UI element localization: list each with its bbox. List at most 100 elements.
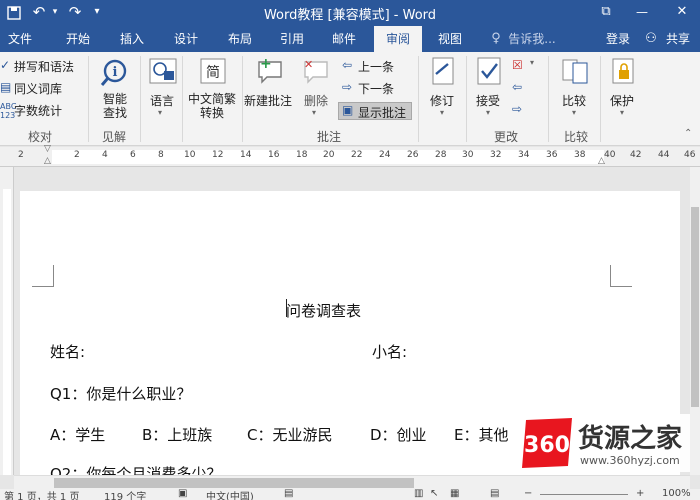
vertical-scroll-thumb[interactable] — [691, 207, 699, 407]
proofing-status-icon[interactable]: ▣ — [178, 488, 187, 499]
thesaurus-button[interactable]: 同义词库 — [14, 80, 62, 97]
word-count[interactable]: 119 个字 — [104, 488, 146, 500]
tab-review[interactable]: 审阅 — [374, 26, 422, 52]
ruler-tick: 2 — [74, 150, 80, 160]
sign-in-link[interactable]: 登录 — [600, 26, 636, 52]
read-mode-icon[interactable]: ▥ — [414, 488, 423, 499]
share-button[interactable]: 共享 — [660, 26, 696, 52]
ruler-tick: 4 — [102, 150, 108, 160]
redo-icon[interactable]: ↷ — [64, 0, 86, 26]
tab-insert[interactable]: 插入 — [110, 26, 154, 52]
chinese-conversion-button[interactable]: 中文简繁 转换 — [186, 92, 238, 120]
lock-icon — [612, 58, 634, 84]
print-layout-icon[interactable]: ▦ — [450, 488, 459, 499]
lightbulb-icon: ♀ — [491, 31, 501, 46]
zoom-out-button[interactable]: − — [524, 488, 532, 499]
ruler-tick: 12 — [212, 150, 224, 160]
right-indent-marker[interactable]: △ — [598, 156, 605, 166]
previous-change-icon[interactable]: ⇦ — [512, 80, 522, 94]
watermark-title: 货源之家 — [578, 424, 683, 454]
tab-view[interactable]: 视图 — [428, 26, 472, 52]
question-1: Q1：你是什么职业？ — [50, 385, 192, 403]
track-changes-button[interactable]: 修订 — [430, 92, 454, 109]
group-divider — [418, 56, 419, 142]
chevron-down-icon: ▾ — [158, 108, 163, 117]
compare-icon — [562, 59, 588, 84]
tab-layout[interactable]: 布局 — [218, 26, 262, 52]
document-heading: 问卷调查表 — [286, 302, 362, 320]
undo-icon[interactable]: ↶ — [28, 0, 50, 26]
group-label-comments: 批注 — [316, 130, 341, 144]
web-layout-icon[interactable]: ▤ — [490, 488, 499, 499]
mouse-pointer-icon: ↖ — [430, 488, 439, 499]
show-comments-label: 显示批注 — [358, 106, 407, 120]
compare-button[interactable]: 比较 — [562, 92, 586, 109]
first-line-indent-marker[interactable]: ▽ — [44, 144, 51, 154]
vertical-ruler[interactable] — [0, 167, 14, 475]
ruler-tick: 14 — [240, 150, 252, 160]
spelling-icon: ✓ — [0, 58, 11, 72]
ribbon: ✓ 拼写和语法 ▤ 同义词库 ABC 123 字数统计 校对 i 智能 查找 见解… — [0, 52, 700, 146]
protect-button[interactable]: 保护 — [610, 92, 634, 109]
vertical-scrollbar[interactable] — [690, 167, 700, 475]
word-count-button[interactable]: 字数统计 — [14, 102, 62, 119]
group-divider — [88, 56, 89, 142]
tab-design[interactable]: 设计 — [164, 26, 208, 52]
ruler-tick: 28 — [435, 150, 447, 160]
chevron-down-icon: ▾ — [312, 108, 317, 117]
ruler-tick: 36 — [546, 150, 558, 160]
horizontal-ruler[interactable]: 2 2 4 6 8 10 12 14 16 18 20 22 24 26 28 … — [0, 144, 700, 167]
name-field-label: 姓名: — [50, 343, 86, 361]
group-divider — [548, 56, 549, 142]
margin-corner-mark — [610, 265, 632, 287]
save-icon[interactable] — [4, 0, 24, 26]
tab-mailings[interactable]: 邮件 — [322, 26, 366, 52]
ruler-tick: 10 — [184, 150, 196, 160]
title-bar: ↶ ▾ ↷ ▾ Word教程 [兼容模式] - Word ⧉ — ✕ — [0, 0, 700, 26]
chevron-down-icon: ▾ — [486, 108, 491, 117]
ruler-tick: 42 — [630, 150, 642, 160]
left-indent-marker[interactable]: △ — [44, 156, 51, 166]
zoom-slider-track[interactable] — [540, 494, 628, 495]
ruler-tick: 22 — [351, 150, 363, 160]
zoom-level[interactable]: 100% — [662, 488, 691, 499]
smart-lookup-button[interactable]: 智能 查找 — [98, 92, 132, 120]
close-button[interactable]: ✕ — [668, 0, 696, 26]
svg-text:✕: ✕ — [304, 58, 313, 71]
next-change-icon[interactable]: ⇨ — [512, 102, 522, 116]
ruler-tick: 38 — [574, 150, 586, 160]
ribbon-display-options-icon[interactable]: ⧉ — [594, 0, 618, 26]
customize-qat-icon[interactable]: ▾ — [90, 0, 104, 26]
undo-dropdown-icon[interactable]: ▾ — [50, 0, 60, 26]
tab-home[interactable]: 开始 — [56, 26, 100, 52]
delete-comment-button[interactable]: 删除 — [304, 92, 328, 109]
tab-references[interactable]: 引用 — [270, 26, 314, 52]
previous-comment-button[interactable]: 上一条 — [358, 58, 394, 75]
spelling-grammar-button[interactable]: 拼写和语法 — [14, 58, 74, 75]
page-count[interactable]: 第 1 页，共 1 页 — [4, 488, 79, 500]
group-divider — [140, 56, 141, 142]
ruler-tick: 32 — [490, 150, 502, 160]
chinese-conversion-icon: 简 — [200, 58, 226, 84]
tell-me-search[interactable]: 告诉我... — [504, 26, 560, 52]
language-status[interactable]: 中文(中国) — [206, 488, 254, 500]
accept-button[interactable]: 接受 — [476, 92, 500, 109]
next-comment-button[interactable]: 下一条 — [358, 80, 394, 97]
horizontal-scrollbar[interactable] — [14, 475, 690, 489]
tab-file[interactable]: 文件 — [0, 26, 40, 52]
ruler-tick: 46 — [684, 150, 696, 160]
new-comment-button[interactable]: 新建批注 — [244, 92, 292, 109]
language-button[interactable]: 语言 — [150, 92, 174, 109]
reject-icon[interactable]: ☒ — [512, 58, 523, 72]
ruler-tick: 8 — [158, 150, 164, 160]
macro-recording-icon[interactable]: ▤ — [284, 488, 293, 499]
horizontal-scroll-thumb[interactable] — [54, 478, 414, 488]
group-divider — [466, 56, 467, 142]
group-label-proofing: 校对 — [27, 130, 52, 144]
next-comment-icon: ⇨ — [342, 80, 353, 94]
nickname-field-label: 小名: — [372, 343, 408, 361]
zoom-in-button[interactable]: + — [636, 488, 644, 499]
ruler-tick: 34 — [518, 150, 530, 160]
collapse-ribbon-icon[interactable]: ⌃ — [684, 128, 692, 139]
minimize-button[interactable]: — — [630, 0, 654, 26]
